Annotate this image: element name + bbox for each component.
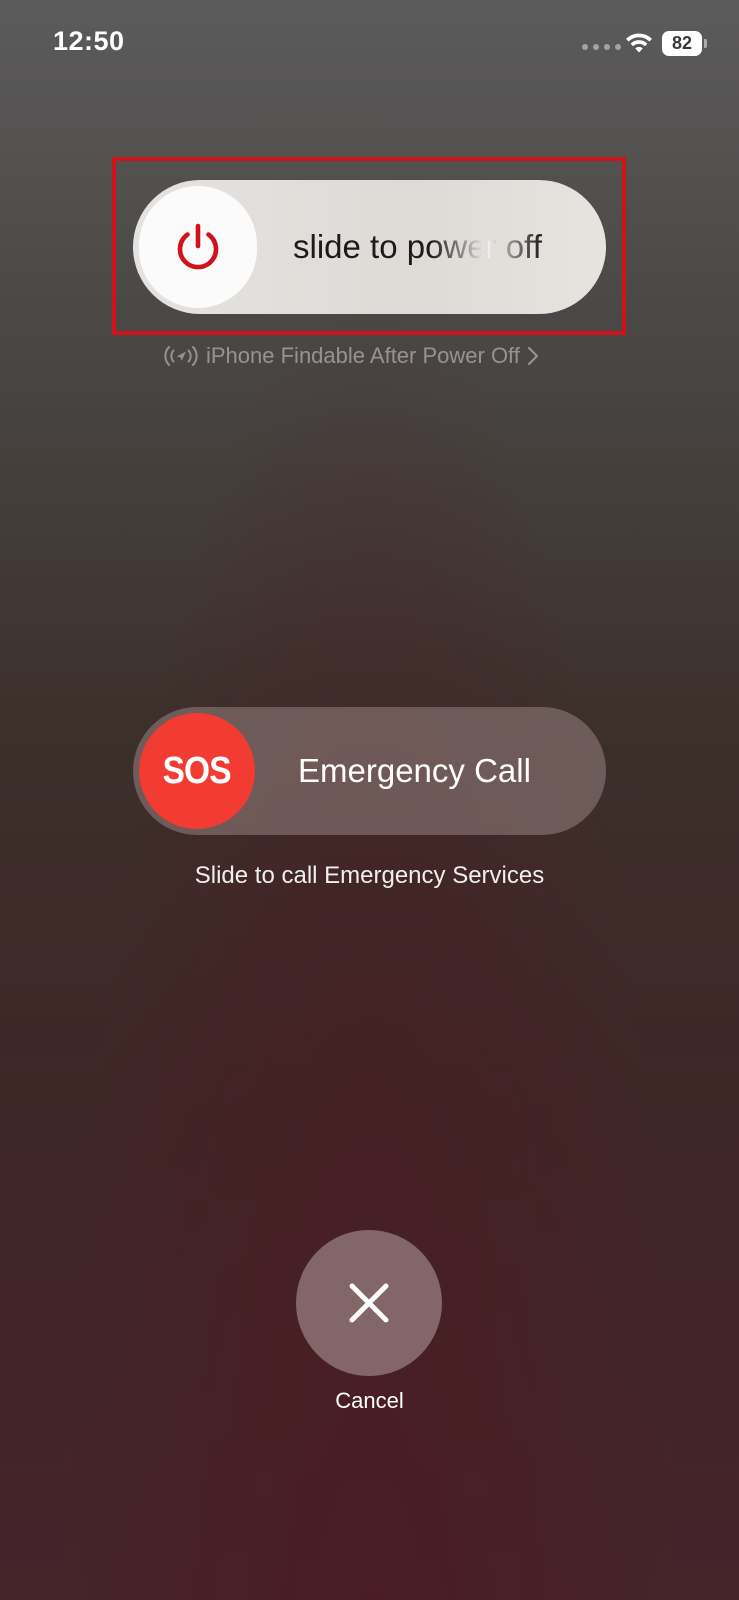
signal-dots-icon bbox=[582, 44, 621, 50]
battery-level: 82 bbox=[671, 33, 693, 53]
emergency-call-slider[interactable]: SOS Emergency Call bbox=[133, 707, 606, 835]
power-icon bbox=[177, 223, 219, 270]
location-broadcast-icon bbox=[164, 346, 198, 366]
cancel-button[interactable] bbox=[296, 1230, 442, 1376]
power-off-label: slide to power off bbox=[293, 228, 542, 265]
close-icon bbox=[349, 1283, 389, 1323]
status-time: 12:50 bbox=[53, 26, 125, 56]
cancel-label: Cancel bbox=[335, 1388, 404, 1413]
sos-knob[interactable]: SOS bbox=[139, 713, 255, 829]
battery-tip bbox=[704, 39, 707, 48]
power-off-slider[interactable]: slide to power off bbox=[133, 180, 606, 314]
battery-icon: 82 bbox=[662, 31, 702, 56]
emergency-caption: Slide to call Emergency Services bbox=[194, 862, 545, 889]
chevron-right-icon bbox=[527, 346, 538, 366]
power-off-knob[interactable] bbox=[139, 186, 257, 308]
findable-label: iPhone Findable After Power Off bbox=[206, 343, 520, 368]
status-bar: 12:50 82 bbox=[0, 0, 739, 90]
wifi-icon bbox=[626, 33, 652, 53]
findable-after-power-off[interactable]: iPhone Findable After Power Off bbox=[162, 338, 540, 374]
emergency-call-label: Emergency Call bbox=[298, 752, 531, 789]
sos-text: SOS bbox=[163, 749, 232, 792]
